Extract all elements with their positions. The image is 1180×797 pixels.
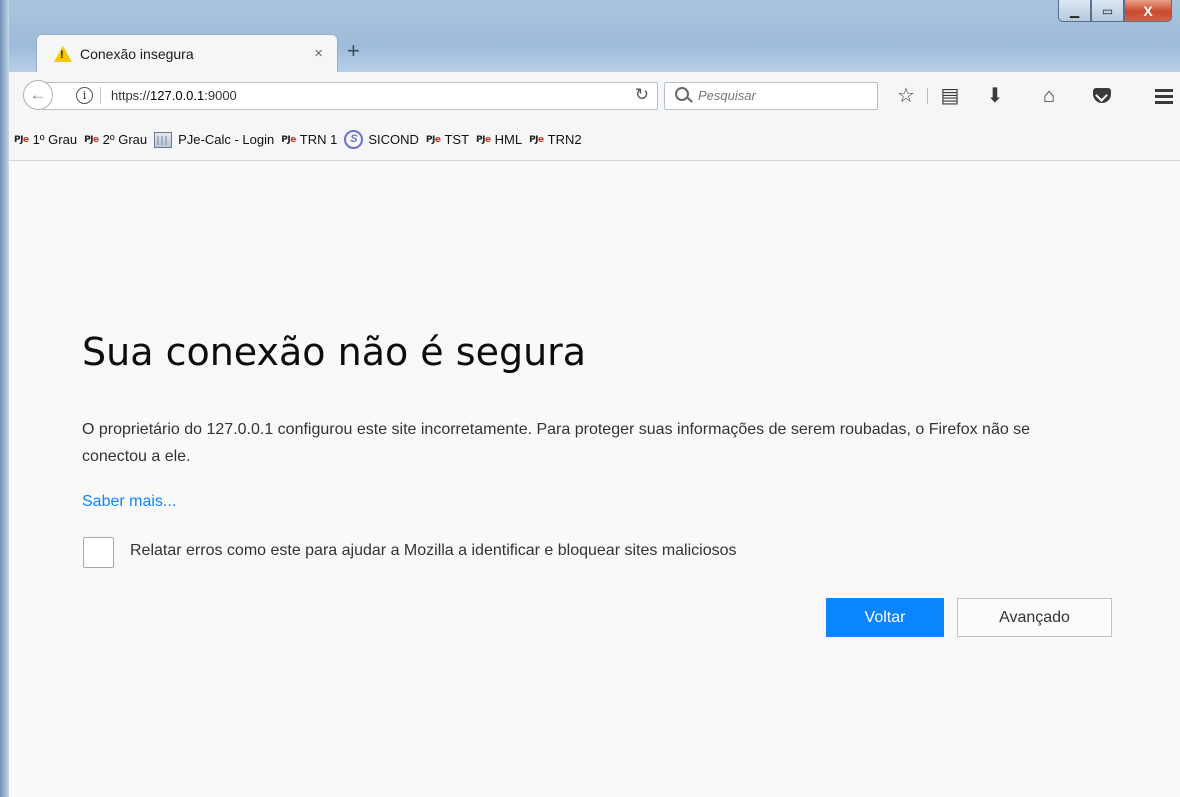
title-bar: ▁ ▭ X ! Conexão insegura × + — [9, 0, 1180, 76]
pocket-icon[interactable] — [1093, 88, 1111, 103]
warning-icon: ! — [54, 46, 72, 62]
pje-icon: PJe — [476, 134, 491, 145]
bookmark-label: TRN2 — [547, 132, 582, 147]
desktop-edge — [0, 0, 9, 797]
sicond-icon: S — [344, 130, 364, 149]
close-window-button[interactable]: X — [1124, 0, 1172, 22]
site-info-icon[interactable]: i — [76, 87, 93, 104]
url-scheme: https:// — [111, 88, 151, 103]
advanced-button[interactable]: Avançado — [957, 598, 1112, 637]
new-tab-button[interactable]: + — [347, 40, 360, 62]
url-bar[interactable]: i https://127.0.0.1:9000 ↻ — [43, 82, 658, 110]
maximize-button[interactable]: ▭ — [1091, 0, 1124, 22]
url-port: :9000 — [204, 88, 237, 103]
pje-icon: PJe — [529, 134, 544, 145]
pje-icon: PJe — [84, 134, 99, 145]
bookmark-item[interactable]: PJe 2º Grau — [84, 132, 147, 147]
back-button[interactable]: ← — [23, 80, 53, 110]
bookmark-item[interactable]: PJe HML — [476, 132, 522, 147]
search-bar[interactable]: Pesquisar — [664, 82, 878, 110]
search-icon — [675, 87, 689, 101]
bookmark-item[interactable]: S SICOND — [344, 130, 419, 149]
home-icon[interactable]: ⌂ — [1037, 84, 1061, 108]
downloads-icon[interactable]: ⬇ — [983, 84, 1007, 108]
bookmark-label: 2º Grau — [102, 132, 148, 147]
bookmarks-toolbar: PJe 1º Grau PJe 2º Grau PJe-Calc - Login P… — [9, 119, 1180, 161]
report-errors-label: Relatar erros como este para ajudar a Mo… — [130, 542, 737, 559]
error-description: O proprietário do 127.0.0.1 configurou e… — [82, 421, 1031, 465]
page-title: Sua conexão não é segura — [82, 330, 587, 374]
pje-icon: PJe — [425, 134, 441, 145]
bookmark-label: SICOND — [368, 132, 419, 147]
url-text[interactable]: https://127.0.0.1:9000 — [111, 88, 237, 103]
calculator-icon — [154, 131, 173, 148]
reload-icon[interactable]: ↻ — [635, 85, 649, 105]
nav-bar: ← i https://127.0.0.1:9000 ↻ Pesquisar ☆… — [9, 72, 1180, 120]
bookmark-item[interactable]: PJe TRN2 — [529, 132, 582, 147]
bookmark-label: PJe-Calc - Login — [178, 132, 275, 147]
minimize-button[interactable]: ▁ — [1058, 0, 1091, 22]
report-errors-checkbox[interactable] — [83, 537, 114, 568]
bookmark-item[interactable]: PJe 1º Grau — [14, 132, 77, 147]
error-page: Sua conexão não é segura O proprietário … — [9, 162, 1180, 797]
menu-icon[interactable] — [1155, 89, 1173, 107]
bookmark-label: HML — [494, 132, 523, 147]
bookmark-star-icon[interactable]: ☆ — [894, 84, 918, 108]
pje-icon: PJe — [281, 134, 296, 145]
tab-close-icon[interactable]: × — [314, 45, 323, 62]
bookmark-item[interactable]: PJe TRN 1 — [281, 132, 337, 147]
bookmark-item[interactable]: PJe-Calc - Login — [154, 131, 275, 148]
bookmark-label: TST — [444, 132, 470, 147]
pje-icon: PJe — [14, 134, 29, 145]
window-controls: ▁ ▭ X — [1058, 0, 1172, 22]
bookmark-item[interactable]: PJe TST — [426, 132, 469, 147]
tab-title: Conexão insegura — [80, 46, 194, 62]
url-host: 127.0.0.1 — [150, 88, 205, 103]
reading-list-icon[interactable]: ▤ — [938, 84, 962, 108]
back-button-primary[interactable]: Voltar — [826, 598, 944, 637]
search-placeholder: Pesquisar — [698, 88, 756, 103]
url-separator — [100, 87, 101, 104]
tab-active[interactable]: ! Conexão insegura × — [36, 34, 338, 73]
learn-more-link[interactable]: Saber mais... — [82, 493, 176, 511]
bookmark-label: 1º Grau — [32, 132, 78, 147]
toolbar-separator — [927, 88, 928, 104]
browser-window: ▁ ▭ X ! Conexão insegura × + ← i https:/… — [0, 0, 1180, 797]
bookmark-label: TRN 1 — [299, 132, 338, 147]
